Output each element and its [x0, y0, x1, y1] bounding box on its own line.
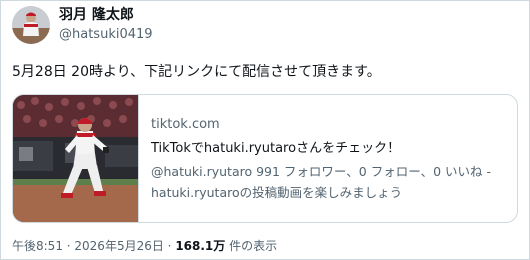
card-description-line-2: hatuki.ryutaroの投稿動画を楽しみましょう	[151, 185, 403, 200]
avatar[interactable]	[12, 6, 50, 44]
tweet-time[interactable]: 午後8:51	[12, 239, 63, 253]
views-label: 件の表示	[225, 239, 278, 253]
tweet-container: 羽月 隆太郎 @hatsuki0419 5月28日 20時より、下記リンクにて配…	[0, 0, 530, 260]
views-count: 168.1万	[175, 239, 226, 253]
user-handle[interactable]: @hatsuki0419	[59, 27, 153, 43]
tweet-text: 5月28日 20時より、下記リンクにて配信させて頂きます。	[12, 64, 381, 80]
tweet-date[interactable]: 2026年5月26日	[74, 239, 163, 253]
card-title: TikTokでhatuki.ryutaroさんをチェック！	[151, 141, 401, 156]
display-name[interactable]: 羽月 隆太郎	[59, 6, 134, 24]
card-thumbnail	[13, 95, 139, 222]
meta-separator-2: ·	[163, 239, 176, 253]
card-domain: tiktok.com	[151, 117, 220, 132]
card-description-line-1: @hatuki.ryutaro 991 フォロワー、0 フォロー、0 いいね -	[151, 164, 492, 179]
link-card[interactable]: tiktok.com TikTokでhatuki.ryutaroさんをチェック！…	[12, 94, 518, 223]
tweet-meta: 午後8:51 · 2026年5月26日 · 168.1万 件の表示	[12, 238, 277, 254]
card-description: @hatuki.ryutaro 991 フォロワー、0 フォロー、0 いいね -…	[151, 161, 511, 203]
meta-separator: ·	[62, 239, 75, 253]
avatar-image	[12, 6, 50, 44]
